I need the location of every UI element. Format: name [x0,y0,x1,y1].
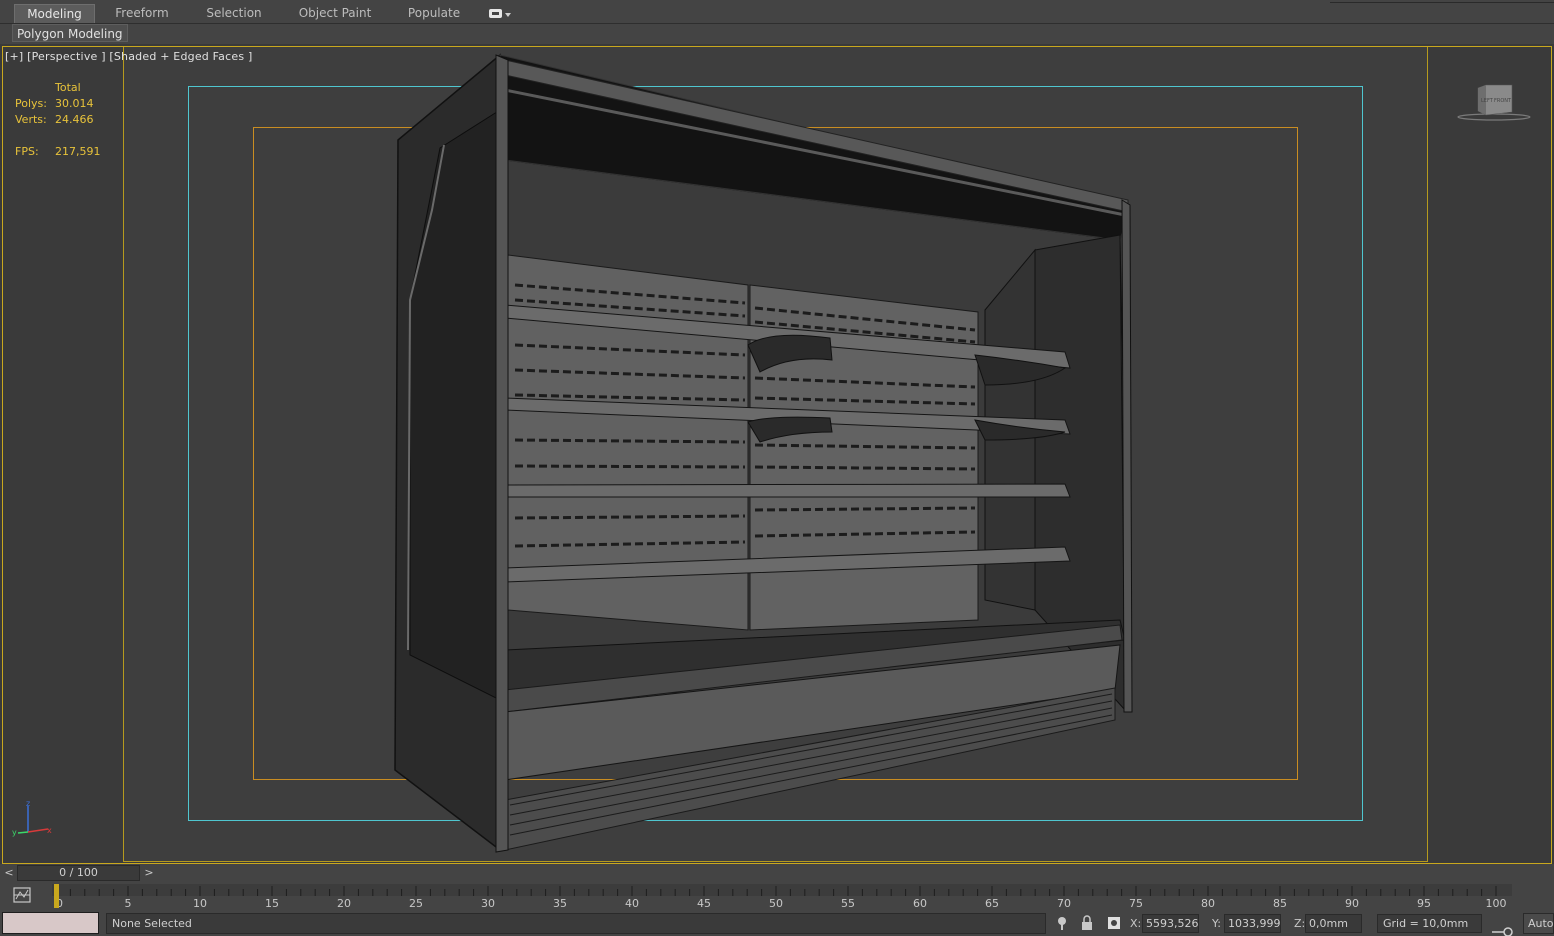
viewcube-icon[interactable]: LEFT FRONT [1456,84,1532,124]
viewcube-front-label: FRONT [1494,98,1512,104]
x-coordinate-label: X: [1130,917,1142,930]
z-coordinate-field[interactable]: 0,0mm [1305,914,1362,933]
curve-editor-icon[interactable] [12,886,32,904]
trackbar-tick-label: 35 [553,897,567,910]
viewcube-left-label: LEFT [1481,98,1494,104]
stats-verts-value: 24.466 [55,113,94,126]
trackbar-tick-label: 85 [1273,897,1287,910]
isolate-selection-icon[interactable] [1055,915,1069,931]
trackbar-tick-label: 75 [1129,897,1143,910]
selection-lock-icon[interactable] [1080,915,1094,931]
stats-total-label: Total [55,81,81,94]
time-slider-thumb[interactable]: 0 / 100 [17,865,140,881]
maxscript-listener-mini[interactable] [2,912,99,934]
trackbar-tick-label: 25 [409,897,423,910]
trackbar-tick-label: 95 [1417,897,1431,910]
trackbar-tick-label: 55 [841,897,855,910]
stats-verts-label: Verts: [15,113,47,126]
trackbar-tick-label: 65 [985,897,999,910]
x-coordinate-field[interactable]: 5593,526m [1142,914,1199,933]
trackbar-tick-label: 100 [1486,897,1507,910]
stats-polys-label: Polys: [15,97,47,110]
trackbar-tick-label: 15 [265,897,279,910]
trackbar-ruler[interactable]: 0 5 10 15 20 25 30 35 40 45 50 55 60 65 70 75 80 85 90 95 10… [52,884,1512,910]
time-slider-prev-button[interactable]: < [2,866,16,880]
stats-fps-label: FPS: [15,145,39,158]
trackbar-tick-label: 30 [481,897,495,910]
axis-y-label: y [12,828,17,837]
trackbar-tick-label: 60 [913,897,927,910]
trackbar-tick-label: 40 [625,897,639,910]
trackbar-tick-label: 5 [125,897,132,910]
selection-status-text: None Selected [106,913,1046,934]
axis-x-label: x [47,826,52,835]
stats-polys-value: 30.014 [55,97,94,110]
axis-z-label: z [26,800,30,808]
trackbar-tick-label: 70 [1057,897,1071,910]
axis-tripod-icon: z x y [12,800,52,837]
time-slider-next-button[interactable]: > [142,866,156,880]
absolute-mode-transform-icon[interactable] [1107,915,1121,931]
active-viewport-border [2,46,1552,864]
viewport-label-menu[interactable]: [+] [Perspective ] [Shaded + Edged Faces… [5,50,252,63]
grid-spacing-readout: Grid = 10,0mm [1377,914,1482,933]
auto-key-button[interactable]: Auto [1523,913,1554,934]
trackbar-tick-label: 80 [1201,897,1215,910]
trackbar-tick-label: 50 [769,897,783,910]
z-coordinate-label: Z: [1294,917,1306,930]
trackbar-tick-label: 90 [1345,897,1359,910]
time-slider[interactable] [0,864,1554,882]
trackbar-tick-label: 45 [697,897,711,910]
y-coordinate-label: Y: [1212,917,1221,930]
y-coordinate-field[interactable]: 1033,999m [1224,914,1281,933]
set-key-icon[interactable] [1488,920,1518,936]
trackbar-track[interactable] [52,884,1512,896]
trackbar-tick-label: 10 [193,897,207,910]
trackbar-tick-label: 20 [337,897,351,910]
current-frame-marker[interactable] [54,884,59,908]
stats-fps-value: 217,591 [55,145,101,158]
